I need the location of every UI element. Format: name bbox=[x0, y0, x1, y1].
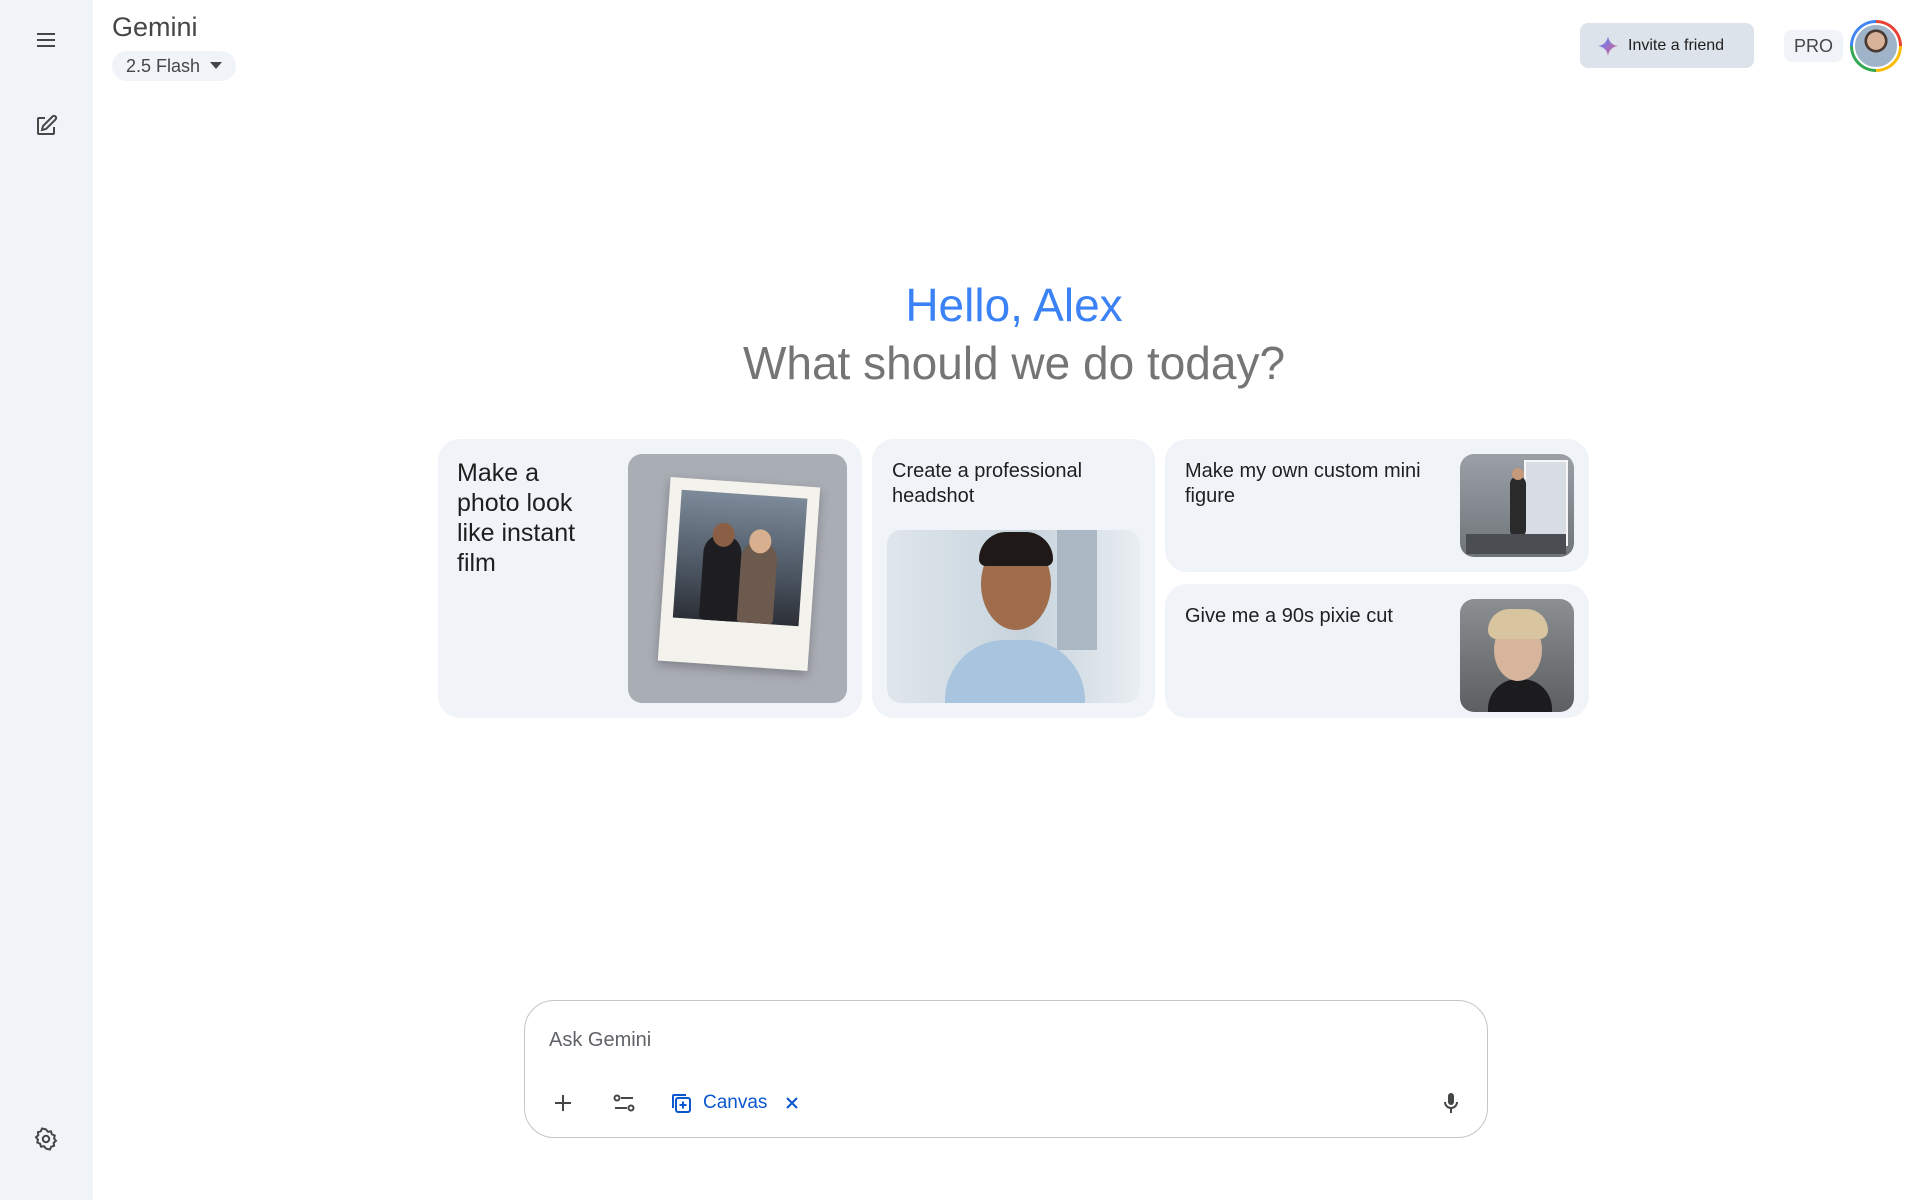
settings-button[interactable] bbox=[22, 1115, 70, 1163]
suggestion-card-label: Make my own custom mini figure bbox=[1185, 460, 1421, 507]
suggestion-card-pixie-cut[interactable]: Give me a 90s pixie cut bbox=[1165, 584, 1589, 718]
canvas-icon bbox=[672, 1094, 691, 1113]
model-selector-label: 2.5 Flash bbox=[126, 55, 201, 76]
close-icon bbox=[786, 1097, 799, 1109]
suggestion-card-headshot[interactable]: Create a professional headshot bbox=[872, 439, 1155, 718]
plus-icon bbox=[555, 1095, 571, 1111]
prompt-composer: Canvas bbox=[524, 1000, 1488, 1138]
headshot-thumbnail bbox=[887, 530, 1140, 703]
canvas-chip-label: Canvas bbox=[703, 1092, 768, 1113]
suggestion-card-mini-figure[interactable]: Make my own custom mini figure bbox=[1165, 439, 1589, 572]
new-chat-button[interactable] bbox=[22, 102, 70, 150]
canvas-tool-chip[interactable]: Canvas bbox=[669, 1083, 799, 1123]
mini-figure-thumbnail bbox=[1460, 454, 1574, 557]
instant-film-thumbnail bbox=[628, 454, 847, 703]
main-menu-button[interactable] bbox=[22, 16, 70, 64]
add-attachment-button[interactable] bbox=[543, 1083, 583, 1123]
suggestion-card-label: Make a photo look like instant film bbox=[457, 459, 576, 577]
caret-down-icon bbox=[210, 62, 223, 69]
greeting-subtitle: What should we do today? bbox=[742, 337, 1286, 389]
menu-icon bbox=[37, 33, 55, 47]
edit-icon bbox=[37, 114, 58, 135]
greeting: Hello, Alex What should we do today? bbox=[93, 276, 1920, 392]
suggestion-card-label: Create a professional headshot bbox=[892, 460, 1083, 507]
suggestion-card-instant-film[interactable]: Make a photo look like instant film bbox=[438, 439, 862, 718]
suggestion-card-label: Give me a 90s pixie cut bbox=[1185, 605, 1393, 627]
microphone-button[interactable] bbox=[1431, 1083, 1471, 1123]
model-selector[interactable]: 2.5 Flash bbox=[112, 51, 237, 81]
pixie-cut-thumbnail bbox=[1460, 599, 1574, 712]
prompt-input[interactable] bbox=[549, 1025, 1429, 1055]
pro-badge: PRO bbox=[1784, 30, 1844, 62]
gear-icon bbox=[34, 1127, 58, 1151]
invite-friend-button[interactable]: Invite a friend bbox=[1580, 23, 1754, 68]
invite-friend-label: Invite a friend bbox=[1628, 36, 1725, 54]
remove-canvas-button[interactable] bbox=[785, 1096, 799, 1110]
tune-icon bbox=[613, 1094, 635, 1112]
side-rail bbox=[0, 0, 93, 1200]
greeting-hello: Hello, Alex bbox=[905, 279, 1123, 331]
microphone-icon bbox=[1444, 1093, 1458, 1113]
app-title: Gemini bbox=[112, 12, 198, 42]
account-avatar[interactable] bbox=[1850, 20, 1902, 72]
sparkle-icon bbox=[1598, 35, 1618, 56]
tools-button[interactable] bbox=[604, 1083, 644, 1123]
avatar-image bbox=[1853, 23, 1899, 69]
